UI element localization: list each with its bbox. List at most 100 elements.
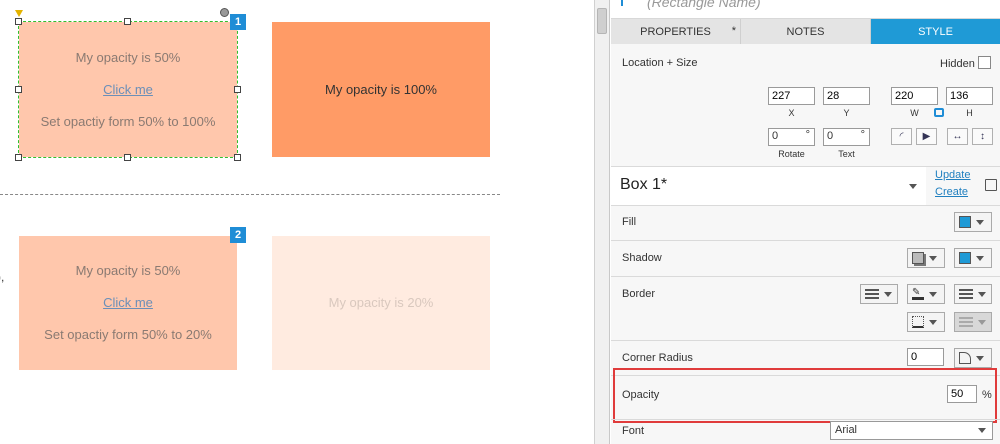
flip-vertical-icon[interactable]: ▶: [916, 128, 937, 145]
shadow-color-picker[interactable]: [954, 248, 992, 268]
border-arrow-dropdown-arrow-icon: [978, 319, 986, 325]
border-sides-dropdown-arrow-icon: [929, 319, 937, 325]
text-rotate-caption: Text: [838, 149, 855, 159]
border-arrow-picker: [954, 312, 992, 332]
style-name-select[interactable]: Box 1*: [611, 167, 926, 205]
width-input[interactable]: [891, 87, 938, 105]
resize-handle-n[interactable]: [124, 18, 131, 25]
panel-splitter[interactable]: [594, 0, 610, 444]
resize-handle-sw[interactable]: [15, 154, 22, 161]
y-caption: Y: [843, 108, 850, 118]
border-style-picker[interactable]: [954, 284, 992, 304]
shape-name-bar: (Rectangle Name): [611, 0, 1000, 18]
border-style-icon: [959, 289, 973, 299]
box-full-opacity-text: My opacity is 100%: [325, 81, 437, 97]
name-cursor-icon: [621, 0, 623, 6]
border-thickness-picker[interactable]: [860, 284, 898, 304]
box-2-click-me-link[interactable]: Click me: [103, 295, 153, 311]
tab-style[interactable]: STYLE: [871, 19, 1000, 44]
tab-notes[interactable]: NOTES: [741, 19, 871, 44]
box-1-badge: 1: [230, 14, 246, 30]
clipped-text-fragment: ),: [0, 270, 5, 284]
font-dropdown-arrow-icon: [978, 428, 986, 433]
border-arrow-style-icon: [959, 317, 973, 327]
fill-dropdown-arrow-icon: [976, 219, 984, 225]
y-input[interactable]: [823, 87, 870, 105]
shadow-type-icon: [912, 252, 924, 264]
flip-horizontal-icon[interactable]: ◜: [891, 128, 912, 145]
font-select[interactable]: Arial: [830, 421, 993, 440]
box-20-opacity[interactable]: My opacity is 20%: [272, 236, 490, 370]
box-2-badge: 2: [230, 227, 246, 243]
shape-name-placeholder[interactable]: (Rectangle Name): [647, 0, 761, 10]
shadow-color-swatch-icon: [959, 252, 971, 264]
border-color-pen-icon: ✎: [912, 288, 924, 300]
lock-aspect-icon[interactable]: [934, 108, 944, 117]
resize-handle-e[interactable]: [234, 86, 241, 93]
inspector-panel: (Rectangle Name) PROPERTIES * NOTES STYL…: [611, 0, 1000, 444]
w-caption: W: [910, 108, 919, 118]
tab-style-label: STYLE: [918, 25, 953, 38]
section-divider: [0, 194, 500, 195]
h-caption: H: [966, 108, 973, 118]
separator: [611, 240, 1000, 241]
tab-properties-label: PROPERTIES: [640, 25, 711, 38]
selection-outline: [18, 21, 238, 158]
rounded-corner-icon: [959, 352, 971, 364]
create-style-link[interactable]: Create: [935, 186, 968, 198]
corner-radius-picker[interactable]: [954, 348, 992, 368]
height-input[interactable]: [946, 87, 993, 105]
rotate-handle[interactable]: [220, 8, 229, 17]
separator: [611, 276, 1000, 277]
rotate-degree-unit: °: [805, 129, 810, 141]
box-2-rectangle[interactable]: My opacity is 50% Click me Set opactiy f…: [19, 236, 237, 370]
scrollbar-thumb[interactable]: [597, 8, 607, 34]
fill-label: Fill: [622, 216, 637, 228]
distribute-height-icon[interactable]: ↕: [972, 128, 993, 145]
font-label: Font: [622, 425, 645, 437]
corner-radius-handle[interactable]: [15, 10, 23, 17]
design-canvas[interactable]: My opacity is 50% Click me Set opactiy f…: [0, 0, 594, 444]
x-input[interactable]: [768, 87, 815, 105]
border-sides-icon: [912, 316, 924, 328]
text-rotate-value: 0: [827, 130, 834, 142]
distribute-width-icon[interactable]: ↔: [947, 128, 968, 145]
box-2-set-opacity-text: Set opactiy form 50% to 20%: [44, 327, 212, 342]
separator: [611, 205, 1000, 206]
update-style-link[interactable]: Update: [935, 169, 970, 181]
box-2-opacity-text: My opacity is 50%: [75, 263, 181, 278]
corner-radius-dropdown-arrow-icon: [976, 355, 984, 361]
tab-properties[interactable]: PROPERTIES *: [611, 19, 741, 44]
opacity-highlight-box: [613, 368, 997, 423]
hidden-label: Hidden: [940, 58, 975, 70]
border-sides-picker[interactable]: [907, 312, 945, 332]
rotate-caption: Rotate: [778, 149, 805, 159]
resize-handle-s[interactable]: [124, 154, 131, 161]
location-size-heading: Location + Size: [622, 57, 698, 69]
corner-radius-label: Corner Radius: [622, 352, 693, 364]
resize-handle-se[interactable]: [234, 154, 241, 161]
fill-color-picker[interactable]: [954, 212, 992, 232]
resize-handle-nw[interactable]: [15, 18, 22, 25]
style-name-value: Box 1*: [620, 176, 668, 193]
text-rotate-input[interactable]: 0 °: [823, 128, 870, 146]
rotate-value: 0: [772, 130, 779, 142]
corner-radius-input[interactable]: [907, 348, 944, 366]
border-color-dropdown-arrow-icon: [929, 291, 937, 297]
rotate-input[interactable]: 0 °: [768, 128, 815, 146]
fill-color-swatch-icon: [959, 216, 971, 228]
font-select-value: Arial: [835, 424, 858, 436]
style-name-dropdown-arrow-icon[interactable]: [909, 184, 917, 189]
tab-properties-modified-marker: *: [731, 25, 736, 37]
x-caption: X: [788, 108, 795, 118]
edit-styles-icon[interactable]: [985, 179, 997, 191]
text-rotate-degree-unit: °: [860, 129, 865, 141]
separator: [611, 419, 1000, 420]
resize-handle-w[interactable]: [15, 86, 22, 93]
shadow-type-dropdown-arrow-icon: [929, 255, 937, 261]
border-color-picker[interactable]: ✎: [907, 284, 945, 304]
shadow-type-picker[interactable]: [907, 248, 945, 268]
hidden-checkbox[interactable]: [978, 56, 991, 69]
box-full-opacity[interactable]: My opacity is 100%: [272, 22, 490, 157]
border-style-dropdown-arrow-icon: [978, 291, 986, 297]
